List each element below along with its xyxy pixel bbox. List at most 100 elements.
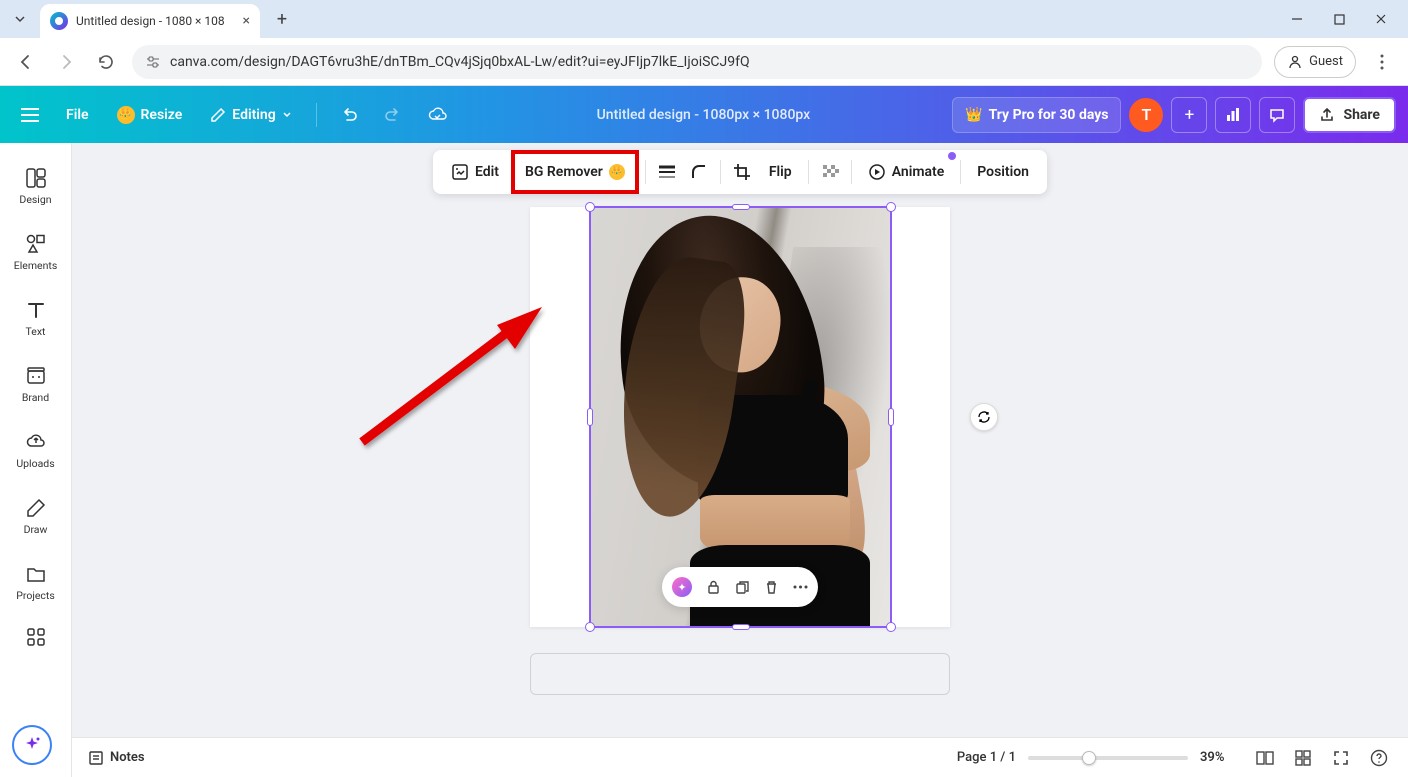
editing-label: Editing — [232, 107, 275, 123]
transparency-button[interactable] — [815, 154, 845, 190]
file-menu-button[interactable]: File — [56, 97, 99, 133]
notes-button[interactable]: Notes — [88, 750, 145, 766]
corner-icon — [690, 163, 708, 181]
resize-label: Resize — [141, 107, 183, 123]
browser-titlebar: Untitled design - 1080 × 108 × + — [0, 0, 1408, 38]
fullscreen-button[interactable] — [1328, 745, 1354, 771]
elements-icon — [25, 233, 47, 255]
projects-icon — [25, 563, 47, 585]
rail-label: Uploads — [16, 457, 54, 470]
resize-button[interactable]: 👑 Resize — [107, 97, 193, 133]
insights-button[interactable] — [1215, 97, 1251, 133]
try-pro-button[interactable]: 👑 Try Pro for 30 days — [952, 97, 1121, 133]
divider — [808, 160, 809, 184]
undo-button[interactable] — [331, 97, 367, 133]
divider — [720, 160, 721, 184]
annotation-highlight-box: BG Remover 👑 — [511, 150, 639, 194]
maximize-icon[interactable] — [1332, 12, 1346, 26]
app-body: Design Elements Text Brand Uploads Draw … — [0, 143, 1408, 777]
guest-label: Guest — [1309, 54, 1343, 69]
divider — [851, 160, 852, 184]
close-window-icon[interactable] — [1374, 12, 1388, 26]
lock-element-button[interactable] — [706, 580, 721, 595]
divider — [645, 160, 646, 184]
more-element-button[interactable] — [793, 585, 808, 589]
edit-label: Edit — [475, 164, 499, 180]
tab-search-dropdown[interactable] — [8, 7, 32, 31]
rail-draw[interactable]: Draw — [4, 485, 68, 547]
redo-button[interactable] — [375, 97, 411, 133]
forward-button[interactable] — [52, 48, 80, 76]
design-icon — [25, 167, 47, 189]
zoom-thumb[interactable] — [1082, 751, 1096, 765]
divider — [960, 160, 961, 184]
url-bar[interactable]: canva.com/design/DAGT6vru3hE/dnTBm_CQv4j… — [132, 45, 1262, 79]
rail-text[interactable]: Text — [4, 287, 68, 349]
reload-button[interactable] — [92, 48, 120, 76]
duplicate-element-button[interactable] — [735, 580, 750, 595]
page-list-view-button[interactable] — [1252, 745, 1278, 771]
notification-dot — [948, 152, 956, 160]
rail-brand[interactable]: Brand — [4, 353, 68, 415]
rail-elements[interactable]: Elements — [4, 221, 68, 283]
pencil-icon — [210, 107, 226, 123]
bottom-bar: Notes Page 1 / 1 39% — [72, 737, 1408, 777]
position-button[interactable]: Position — [967, 154, 1039, 190]
sync-rotate-button[interactable] — [970, 403, 998, 431]
apps-icon — [26, 627, 46, 647]
canvas-area[interactable]: Edit BG Remover 👑 Flip Animate — [72, 143, 1408, 777]
minimize-icon[interactable] — [1290, 12, 1304, 26]
menu-hamburger-icon[interactable] — [12, 97, 48, 133]
brand-icon — [25, 365, 47, 387]
profile-guest-chip[interactable]: Guest — [1274, 46, 1356, 78]
left-rail: Design Elements Text Brand Uploads Draw … — [0, 143, 72, 777]
rail-design[interactable]: Design — [4, 155, 68, 217]
edit-image-button[interactable]: Edit — [441, 154, 509, 190]
cloud-sync-icon[interactable] — [419, 97, 455, 133]
browser-menu-icon[interactable] — [1368, 48, 1396, 76]
help-button[interactable] — [1366, 745, 1392, 771]
grid-view-button[interactable] — [1290, 745, 1316, 771]
sparkle-icon — [22, 735, 42, 755]
document-title[interactable]: Untitled design - 1080px × 1080px — [597, 107, 811, 123]
window-controls — [1290, 12, 1400, 26]
magic-edit-button[interactable]: ✦ — [672, 577, 692, 597]
add-member-button[interactable]: + — [1171, 97, 1207, 133]
rail-uploads[interactable]: Uploads — [4, 419, 68, 481]
draw-icon — [25, 497, 47, 519]
crop-button[interactable] — [727, 154, 757, 190]
share-icon — [1319, 107, 1335, 123]
tab-title: Untitled design - 1080 × 108 — [76, 14, 235, 28]
add-page-placeholder[interactable] — [530, 653, 950, 695]
share-button[interactable]: Share — [1303, 97, 1396, 133]
uploads-icon — [25, 431, 47, 453]
page-indicator[interactable]: Page 1 / 1 — [957, 750, 1016, 765]
corner-radius-button[interactable] — [684, 154, 714, 190]
flip-button[interactable]: Flip — [759, 154, 802, 190]
rail-projects[interactable]: Projects — [4, 551, 68, 613]
border-style-button[interactable] — [652, 154, 682, 190]
url-text: canva.com/design/DAGT6vru3hE/dnTBm_CQv4j… — [170, 54, 750, 70]
bg-remover-label: BG Remover — [525, 164, 603, 180]
comments-button[interactable] — [1259, 97, 1295, 133]
site-settings-icon[interactable] — [146, 55, 160, 69]
user-avatar[interactable]: T — [1129, 98, 1163, 132]
browser-tab[interactable]: Untitled design - 1080 × 108 × — [40, 4, 260, 38]
back-button[interactable] — [12, 48, 40, 76]
selected-image[interactable] — [590, 207, 890, 627]
lines-icon — [658, 165, 676, 179]
bg-remover-button[interactable]: BG Remover 👑 — [521, 154, 629, 190]
delete-element-button[interactable] — [764, 580, 779, 595]
rail-label: Projects — [16, 589, 55, 602]
rail-label: Design — [19, 193, 51, 206]
rail-apps[interactable] — [4, 617, 68, 657]
design-page[interactable] — [530, 207, 950, 627]
file-label: File — [66, 107, 89, 123]
editing-mode-button[interactable]: Editing — [200, 97, 301, 133]
new-tab-button[interactable]: + — [268, 5, 296, 33]
zoom-slider[interactable] — [1028, 756, 1188, 760]
zoom-percent[interactable]: 39% — [1200, 750, 1240, 765]
magic-button[interactable] — [12, 725, 52, 765]
close-tab-icon[interactable]: × — [243, 13, 250, 29]
animate-button[interactable]: Animate — [858, 154, 955, 190]
